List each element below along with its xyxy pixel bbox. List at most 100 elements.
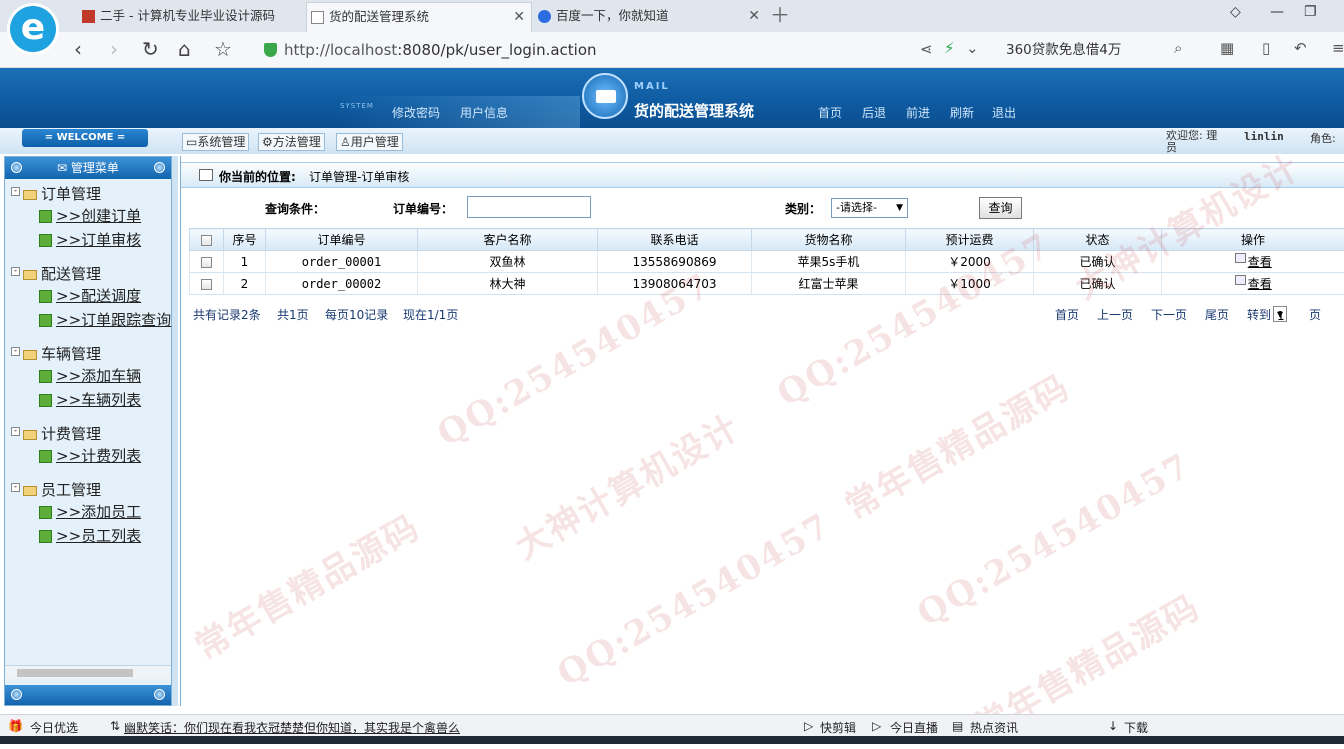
dot-icon [11, 162, 22, 173]
news-ticker[interactable]: 幽默笑话：你们现在看我衣冠楚楚但你知道，其实我是个禽兽么 [124, 719, 460, 736]
item-link[interactable]: >>员工列表 [56, 527, 141, 545]
query-button[interactable]: 查询 [979, 197, 1022, 219]
live-icon: ▷ [872, 719, 881, 733]
sidebar-item-vehicle-list[interactable]: >>车辆列表 [39, 389, 141, 410]
nav-refresh[interactable]: 刷新 [950, 104, 974, 121]
sidebar-item-add-staff[interactable]: >>添加员工 [39, 501, 141, 522]
item-link[interactable]: >>创建订单 [56, 207, 141, 225]
document-icon [39, 450, 52, 463]
total-records: 共有记录2条 [193, 306, 261, 323]
sidebar-item-order-review[interactable]: >>订单审核 [39, 229, 141, 250]
quick-clip-link[interactable]: 快剪辑 [820, 719, 856, 736]
sidebar-item-order-tracking[interactable]: >>订单跟踪查询 [39, 309, 171, 330]
sidebar-scrollbar[interactable] [5, 665, 171, 679]
gear-icon: ⚙ [262, 135, 273, 149]
cell-phone: 13558690869 [598, 251, 752, 273]
close-icon[interactable]: ✕ [513, 3, 525, 31]
prev-page-link[interactable]: 上一页 [1097, 306, 1133, 323]
view-link[interactable]: 查看 [1248, 277, 1272, 291]
view-icon [1235, 253, 1246, 263]
cell-fee: ￥1000 [906, 273, 1034, 295]
cell-action: 查看 [1162, 273, 1344, 295]
nav-home[interactable]: 首页 [818, 104, 842, 121]
item-link[interactable]: >>车辆列表 [56, 391, 141, 409]
restore-icon[interactable]: ❐ [1304, 4, 1317, 20]
tab-system-manage[interactable]: ▭系统管理 [182, 133, 249, 151]
col-header: 联系电话 [598, 229, 752, 251]
item-link[interactable]: >>订单审核 [56, 231, 141, 249]
chevron-down-icon[interactable]: ⌄ [966, 39, 979, 57]
page-select[interactable]: 1 ▾ [1273, 306, 1287, 322]
tab-method-manage[interactable]: ⚙方法管理 [258, 133, 325, 151]
collapse-icon[interactable]: - [11, 347, 20, 356]
collapse-icon[interactable]: - [11, 427, 20, 436]
item-link[interactable]: >>配送调度 [56, 287, 141, 305]
sidebar-item-billing-list[interactable]: >>计费列表 [39, 445, 141, 466]
skin-icon[interactable]: ◇ [1230, 4, 1241, 20]
item-link[interactable]: >>添加员工 [56, 503, 141, 521]
tab-user-manage[interactable]: ♙用户管理 [336, 133, 403, 151]
star-icon[interactable]: ☆ [214, 38, 232, 60]
close-icon[interactable]: ✕ [748, 2, 760, 30]
new-tab-icon[interactable]: ＋ [770, 2, 790, 28]
hot-news-link[interactable]: 热点资讯 [970, 719, 1018, 736]
menu-icon[interactable]: ≡ [1332, 39, 1344, 57]
nav-back[interactable]: 后退 [862, 104, 886, 121]
sidebar-item-staff-list[interactable]: >>员工列表 [39, 525, 141, 546]
sidebar-group-billing[interactable]: -计费管理 [11, 423, 101, 444]
sidebar: ✉ 管理菜单 -订单管理 >>创建订单 >>订单审核 -配送管理 >>配送调度 … [4, 156, 172, 706]
row-checkbox[interactable] [201, 279, 212, 290]
refresh-icon[interactable]: ↻ [142, 38, 159, 60]
sidebar-item-dispatch[interactable]: >>配送调度 [39, 285, 141, 306]
sidebar-footer [5, 685, 171, 705]
sidebar-group-vehicles[interactable]: -车辆管理 [11, 343, 101, 364]
last-page-link[interactable]: 尾页 [1205, 306, 1229, 323]
collapse-icon[interactable]: - [11, 267, 20, 276]
order-no-input[interactable] [467, 196, 591, 218]
sidebar-group-staff[interactable]: -员工管理 [11, 479, 101, 500]
undo-icon[interactable]: ↶ [1294, 39, 1307, 57]
nav-forward[interactable]: 前进 [906, 104, 930, 121]
item-link[interactable]: >>添加车辆 [56, 367, 141, 385]
home-icon[interactable]: ⌂ [178, 38, 191, 60]
sidebar-group-delivery[interactable]: -配送管理 [11, 263, 101, 284]
ad-text[interactable]: 360贷款免息借4万 [1006, 38, 1121, 58]
item-link[interactable]: >>计费列表 [56, 447, 141, 465]
folder-icon [23, 350, 37, 360]
splitter-handle[interactable] [172, 156, 178, 706]
share-icon[interactable]: ⋖ [920, 40, 933, 58]
sidebar-item-create-order[interactable]: >>创建订单 [39, 205, 141, 226]
live-link[interactable]: 今日直播 [890, 719, 938, 736]
forward-icon[interactable]: › [110, 38, 118, 60]
download-link[interactable]: 下载 [1124, 719, 1148, 736]
apps-icon[interactable]: ▦ [1220, 39, 1234, 57]
collapse-icon[interactable]: - [11, 187, 20, 196]
document-icon [39, 234, 52, 247]
search-icon[interactable]: ⌕ [1174, 39, 1182, 57]
chevron-down-icon: ▼ [896, 199, 903, 217]
user-info-link[interactable]: 用户信息 [460, 104, 508, 121]
browser-tab-2[interactable]: 货的配送管理系统 ✕ [306, 2, 532, 32]
change-password-link[interactable]: 修改密码 [392, 104, 440, 121]
next-page-link[interactable]: 下一页 [1151, 306, 1187, 323]
back-icon[interactable]: ‹ [74, 38, 82, 60]
sidebar-group-orders[interactable]: -订单管理 [11, 183, 101, 204]
reader-icon[interactable]: ▯ [1262, 39, 1270, 57]
type-select[interactable]: -请选择-▼ [831, 198, 908, 218]
item-link[interactable]: >>订单跟踪查询 [56, 311, 171, 329]
select-all-checkbox[interactable] [201, 235, 212, 246]
minimize-icon[interactable]: — [1270, 4, 1284, 20]
today-picks[interactable]: 今日优选 [30, 719, 78, 736]
scroll-thumb[interactable] [17, 669, 133, 677]
first-page-link[interactable]: 首页 [1055, 306, 1079, 323]
url-field[interactable]: http://localhost:8080/pk/user_login.acti… [262, 38, 902, 62]
nav-logout[interactable]: 退出 [992, 104, 1016, 121]
row-checkbox[interactable] [201, 257, 212, 268]
lightning-icon[interactable]: ⚡ [944, 39, 955, 57]
view-link[interactable]: 查看 [1248, 255, 1272, 269]
collapse-icon[interactable]: - [11, 483, 20, 492]
cell-fee: ￥2000 [906, 251, 1034, 273]
browser-tab-1[interactable]: 二手 - 计算机专业毕业设计源码 [78, 2, 304, 32]
browser-tab-3[interactable]: 百度一下，你就知道 ✕ [534, 2, 766, 32]
sidebar-item-add-vehicle[interactable]: >>添加车辆 [39, 365, 141, 386]
